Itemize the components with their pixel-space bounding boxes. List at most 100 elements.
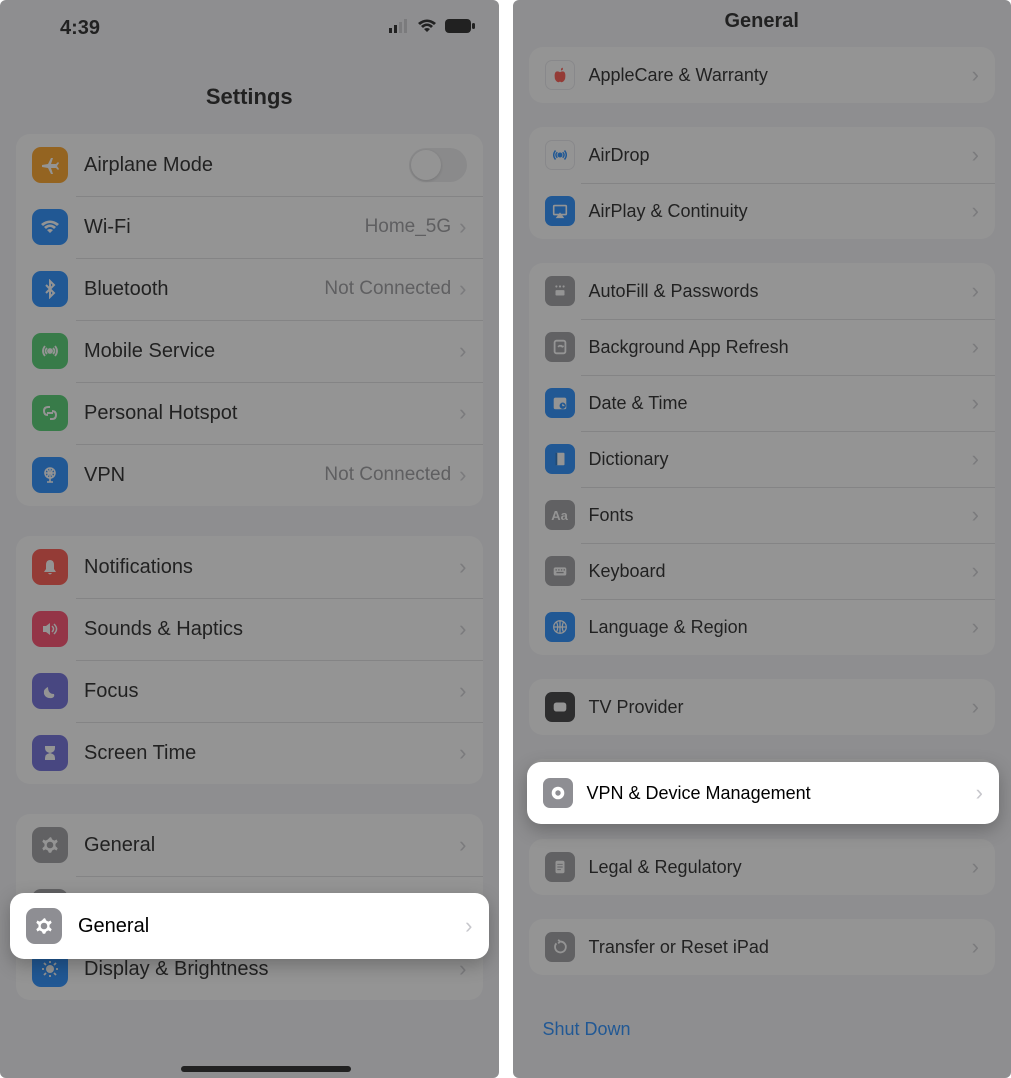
row-label: General bbox=[84, 834, 459, 857]
row-label: Screen Time bbox=[84, 742, 459, 765]
general-screen: General AppleCare & Warranty › AirDrop ›… bbox=[513, 0, 1011, 1078]
cellular-icon bbox=[389, 19, 409, 38]
globe-icon bbox=[545, 612, 575, 642]
general-group-airdrop: AirDrop › AirPlay & Continuity › bbox=[529, 127, 996, 239]
chevron-right-icon: › bbox=[972, 394, 979, 412]
row-value: Not Connected bbox=[324, 278, 451, 300]
row-personal-hotspot[interactable]: Personal Hotspot › bbox=[16, 382, 483, 444]
battery-icon bbox=[445, 19, 475, 38]
row-label: AirPlay & Continuity bbox=[589, 201, 972, 222]
gear-icon bbox=[32, 827, 68, 863]
gear-badge-icon bbox=[543, 778, 573, 808]
chevron-right-icon: › bbox=[972, 202, 979, 220]
row-label: Mobile Service bbox=[84, 340, 459, 363]
shut-down-button[interactable]: Shut Down bbox=[513, 999, 1011, 1050]
row-sounds-haptics[interactable]: Sounds & Haptics › bbox=[16, 598, 483, 660]
row-background-refresh[interactable]: Background App Refresh › bbox=[529, 319, 996, 375]
row-legal[interactable]: Legal & Regulatory › bbox=[529, 839, 996, 895]
row-tv-provider[interactable]: TV Provider › bbox=[529, 679, 996, 735]
row-label: Bluetooth bbox=[84, 278, 324, 301]
globe-stand-icon bbox=[32, 457, 68, 493]
row-vpn[interactable]: VPN Not Connected › bbox=[16, 444, 483, 506]
airdrop-icon bbox=[545, 140, 575, 170]
settings-screen: 4:39 Settings Airplane Mode Wi-Fi Home_5… bbox=[0, 0, 499, 1078]
chevron-right-icon: › bbox=[459, 682, 466, 700]
row-wifi[interactable]: Wi-Fi Home_5G › bbox=[16, 196, 483, 258]
page-title: Settings bbox=[0, 44, 499, 134]
row-airdrop[interactable]: AirDrop › bbox=[529, 127, 996, 183]
row-focus[interactable]: Focus › bbox=[16, 660, 483, 722]
row-airplane-mode[interactable]: Airplane Mode bbox=[16, 134, 483, 196]
tv-icon bbox=[545, 692, 575, 722]
chevron-right-icon: › bbox=[972, 338, 979, 356]
antenna-icon bbox=[32, 333, 68, 369]
row-mobile-service[interactable]: Mobile Service › bbox=[16, 320, 483, 382]
wifi-icon bbox=[32, 209, 68, 245]
row-language-region[interactable]: Language & Region › bbox=[529, 599, 996, 655]
row-label: Background App Refresh bbox=[589, 337, 972, 358]
row-dictionary[interactable]: Dictionary › bbox=[529, 431, 996, 487]
row-general[interactable]: General › bbox=[16, 814, 483, 876]
chevron-right-icon: › bbox=[972, 938, 979, 956]
row-label: Display & Brightness bbox=[84, 958, 459, 981]
general-group-reset: Transfer or Reset iPad › bbox=[529, 919, 996, 975]
row-notifications[interactable]: Notifications › bbox=[16, 536, 483, 598]
chevron-right-icon: › bbox=[976, 784, 983, 802]
row-label: AppleCare & Warranty bbox=[589, 65, 972, 86]
chevron-right-icon: › bbox=[459, 836, 466, 854]
row-vpn-device-management-highlight[interactable]: VPN & Device Management › bbox=[527, 762, 1000, 824]
moon-icon bbox=[32, 673, 68, 709]
airplane-toggle[interactable] bbox=[409, 148, 467, 182]
row-label: VPN & Device Management bbox=[587, 783, 976, 804]
row-bluetooth[interactable]: Bluetooth Not Connected › bbox=[16, 258, 483, 320]
row-label: Keyboard bbox=[589, 561, 972, 582]
keyboard-icon bbox=[545, 556, 575, 586]
row-transfer-reset[interactable]: Transfer or Reset iPad › bbox=[529, 919, 996, 975]
home-indicator[interactable] bbox=[181, 1066, 351, 1072]
row-screen-time[interactable]: Screen Time › bbox=[16, 722, 483, 784]
row-keyboard[interactable]: Keyboard › bbox=[529, 543, 996, 599]
bluetooth-icon bbox=[32, 271, 68, 307]
chevron-right-icon: › bbox=[459, 280, 466, 298]
reset-icon bbox=[545, 932, 575, 962]
row-label: Focus bbox=[84, 680, 459, 703]
chevron-right-icon: › bbox=[972, 698, 979, 716]
status-bar: 4:39 bbox=[0, 0, 499, 44]
gear-icon bbox=[26, 908, 62, 944]
chevron-right-icon: › bbox=[972, 66, 979, 84]
row-airplay[interactable]: AirPlay & Continuity › bbox=[529, 183, 996, 239]
chevron-right-icon: › bbox=[465, 917, 472, 935]
bell-icon bbox=[32, 549, 68, 585]
row-label: AutoFill & Passwords bbox=[589, 281, 972, 302]
chevron-right-icon: › bbox=[459, 404, 466, 422]
row-label: AirDrop bbox=[589, 145, 972, 166]
row-label: Airplane Mode bbox=[84, 154, 409, 177]
settings-group-notifications: Notifications › Sounds & Haptics › Focus… bbox=[16, 536, 483, 784]
airplay-icon bbox=[545, 196, 575, 226]
link-icon bbox=[32, 395, 68, 431]
row-autofill[interactable]: AutoFill & Passwords › bbox=[529, 263, 996, 319]
row-label: VPN bbox=[84, 464, 324, 487]
row-fonts[interactable]: Aa Fonts › bbox=[529, 487, 996, 543]
chevron-right-icon: › bbox=[972, 282, 979, 300]
row-date-time[interactable]: Date & Time › bbox=[529, 375, 996, 431]
general-group-applecare: AppleCare & Warranty › bbox=[529, 47, 996, 103]
row-label: Date & Time bbox=[589, 393, 972, 414]
chevron-right-icon: › bbox=[459, 558, 466, 576]
chevron-right-icon: › bbox=[459, 620, 466, 638]
row-label: Notifications bbox=[84, 556, 459, 579]
chevron-right-icon: › bbox=[972, 146, 979, 164]
row-general-highlight[interactable]: General › bbox=[10, 893, 489, 959]
chevron-right-icon: › bbox=[972, 450, 979, 468]
row-value: Not Connected bbox=[324, 464, 451, 486]
row-label: Wi-Fi bbox=[84, 216, 365, 239]
speaker-icon bbox=[32, 611, 68, 647]
chevron-right-icon: › bbox=[459, 744, 466, 762]
book-icon bbox=[545, 444, 575, 474]
chevron-right-icon: › bbox=[972, 618, 979, 636]
settings-group-connectivity: Airplane Mode Wi-Fi Home_5G › Bluetooth … bbox=[16, 134, 483, 506]
row-label: Legal & Regulatory bbox=[589, 857, 972, 878]
row-applecare[interactable]: AppleCare & Warranty › bbox=[529, 47, 996, 103]
status-time: 4:39 bbox=[24, 17, 100, 40]
general-group-system: AutoFill & Passwords › Background App Re… bbox=[529, 263, 996, 655]
